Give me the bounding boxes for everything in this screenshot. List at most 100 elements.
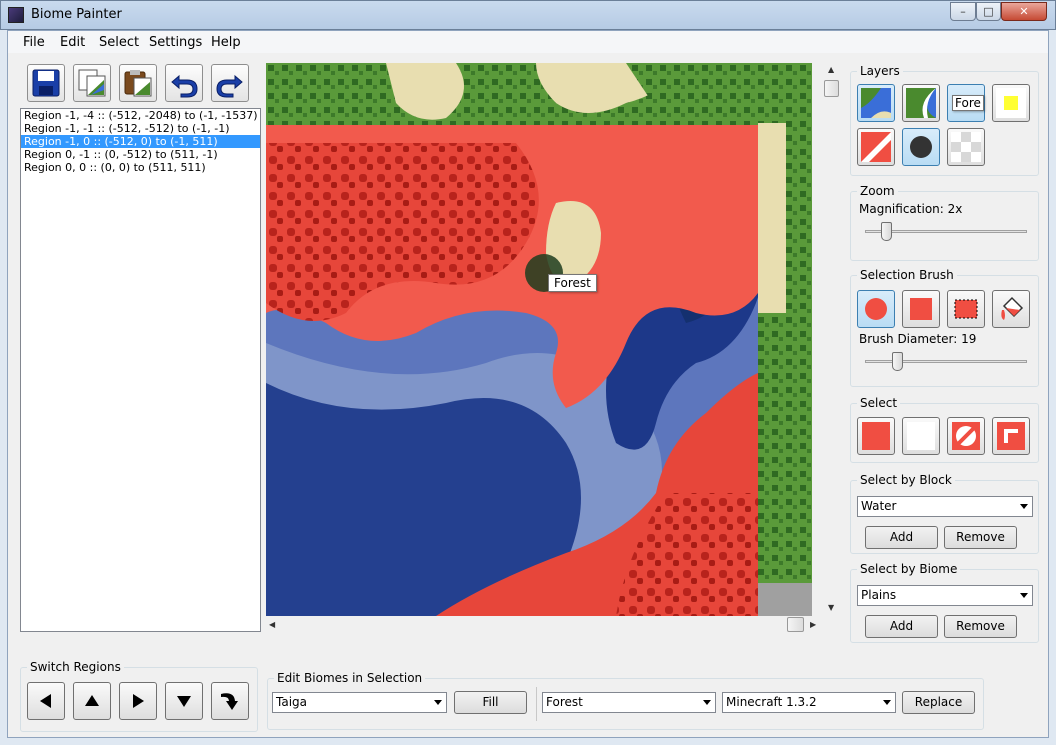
rect-select-icon: [954, 299, 978, 319]
select-all-button[interactable]: [857, 417, 895, 455]
menu-edit[interactable]: Edit: [60, 35, 85, 50]
replace-button[interactable]: Replace: [902, 691, 975, 714]
arrow-up-icon: [85, 695, 99, 706]
block-remove-button[interactable]: Remove: [944, 526, 1017, 549]
menu-select[interactable]: Select: [99, 35, 139, 50]
biome-remove-button[interactable]: Remove: [944, 615, 1017, 638]
region-item[interactable]: Region -1, -1 :: (-512, -512) to (-1, -1…: [21, 122, 260, 135]
region-item[interactable]: Region 0, -1 :: (0, -512) to (511, -1): [21, 148, 260, 161]
menu-help[interactable]: Help: [211, 35, 241, 50]
selection-outline-icon: [997, 422, 1025, 450]
version-dropdown[interactable]: Minecraft 1.3.2: [722, 692, 896, 713]
vertical-scroll-thumb[interactable]: [824, 80, 839, 97]
zoom-slider-thumb[interactable]: [881, 222, 892, 241]
biome-dropdown-value: Plains: [861, 588, 897, 602]
region-down-button[interactable]: [165, 682, 203, 720]
region-up-button[interactable]: [73, 682, 111, 720]
brush-diameter-label: Brush Diameter: 19: [859, 332, 977, 346]
selection-brush-group: Selection Brush Brush Diameter: 19: [850, 268, 1039, 387]
region-left-button[interactable]: [27, 682, 65, 720]
layers-title: Layers: [857, 64, 903, 78]
region-item[interactable]: Region 0, 0 :: (0, 0) to (511, 511): [21, 161, 260, 174]
arrow-right-icon: [133, 694, 144, 708]
select-invert-button[interactable]: [947, 417, 985, 455]
menu-file[interactable]: File: [23, 35, 45, 50]
switch-regions-title: Switch Regions: [27, 660, 124, 674]
brush-diameter-slider-track[interactable]: [865, 360, 1027, 363]
biome-layer-icon: [906, 88, 936, 118]
scroll-up-icon[interactable]: ▲: [828, 65, 834, 74]
select-none-button[interactable]: [902, 417, 940, 455]
biome-add-button[interactable]: Add: [865, 615, 938, 638]
region-item[interactable]: Region -1, -4 :: (-512, -2048) to (-1, -…: [21, 109, 260, 122]
fill-button[interactable]: Fill: [454, 691, 527, 714]
region-list[interactable]: Region -1, -4 :: (-512, -2048) to (-1, -…: [20, 108, 261, 632]
region-goto-button[interactable]: [211, 682, 249, 720]
undo-button[interactable]: [165, 64, 203, 102]
brush-diameter-slider-thumb[interactable]: [892, 352, 903, 371]
fill-biome-dropdown[interactable]: Taiga: [272, 692, 447, 713]
select-by-block-title: Select by Block: [857, 473, 955, 487]
region-item-selected[interactable]: Region -1, 0 :: (-512, 0) to (-1, 511): [21, 135, 260, 148]
app-icon: [8, 7, 24, 23]
select-outline-button[interactable]: [992, 417, 1030, 455]
copy-icon: [78, 69, 106, 97]
close-button[interactable]: ✕: [1001, 2, 1047, 21]
brush-square-button[interactable]: [902, 290, 940, 328]
redo-icon: [216, 74, 243, 98]
fill-biome-value: Taiga: [276, 695, 308, 709]
map-vertical-scrollbar[interactable]: ▲ ▼: [823, 63, 840, 616]
block-dropdown[interactable]: Water: [857, 496, 1033, 517]
brush-fill-button[interactable]: [992, 290, 1030, 328]
biome-dropdown[interactable]: Plains: [857, 585, 1033, 606]
terrain-layer-icon: [861, 88, 891, 118]
invert-selection-icon: [952, 422, 980, 450]
select-all-icon: [862, 422, 890, 450]
paste-button[interactable]: [119, 64, 157, 102]
menu-settings[interactable]: Settings: [149, 35, 202, 50]
scroll-left-icon[interactable]: ◀: [269, 620, 275, 629]
layer-brush-button[interactable]: [902, 128, 940, 166]
replace-biome-dropdown[interactable]: Forest: [542, 692, 716, 713]
region-right-button[interactable]: [119, 682, 157, 720]
save-button[interactable]: [27, 64, 65, 102]
map-horizontal-scrollbar[interactable]: ◀ ▶: [266, 616, 823, 633]
layer-biome-button[interactable]: [902, 84, 940, 122]
chevron-down-icon: [703, 700, 711, 705]
chevron-down-icon: [1020, 593, 1028, 598]
paste-icon: [124, 70, 152, 97]
biome-map-image: [266, 63, 812, 616]
select-by-biome-group: Select by Biome Plains Add Remove: [850, 562, 1039, 643]
edit-biomes-title: Edit Biomes in Selection: [274, 671, 426, 685]
block-add-button[interactable]: Add: [865, 526, 938, 549]
map-canvas[interactable]: Forest: [266, 63, 812, 616]
layer-highlight-button[interactable]: [992, 84, 1030, 122]
layer-map-button[interactable]: [857, 84, 895, 122]
copy-button[interactable]: [73, 64, 111, 102]
window-title: Biome Painter: [31, 7, 122, 22]
save-icon: [32, 69, 60, 97]
grid-icon: [951, 132, 981, 162]
maximize-button[interactable]: □: [976, 2, 1001, 21]
yellow-square-icon: [996, 88, 1026, 118]
version-value: Minecraft 1.3.2: [726, 695, 817, 709]
horizontal-scroll-thumb[interactable]: [787, 617, 804, 632]
scroll-right-icon[interactable]: ▶: [810, 620, 816, 629]
arrow-down-icon: [177, 696, 191, 707]
select-none-icon: [907, 422, 935, 450]
layer-grid-button[interactable]: [947, 128, 985, 166]
curved-arrow-icon: [221, 693, 238, 710]
scroll-down-icon[interactable]: ▼: [828, 603, 834, 612]
switch-regions-group: Switch Regions: [20, 660, 258, 732]
layer-selection-button[interactable]: [857, 128, 895, 166]
minimize-button[interactable]: –: [950, 2, 976, 21]
layer-overlay-button[interactable]: Fore: [947, 84, 985, 122]
select-group: Select: [850, 396, 1039, 463]
redo-button[interactable]: [211, 64, 249, 102]
select-title: Select: [857, 396, 901, 410]
separator: [536, 687, 537, 721]
chevron-down-icon: [434, 700, 442, 705]
layer-tooltip: Fore: [952, 95, 984, 111]
brush-circle-button[interactable]: [857, 290, 895, 328]
brush-rect-select-button[interactable]: [947, 290, 985, 328]
